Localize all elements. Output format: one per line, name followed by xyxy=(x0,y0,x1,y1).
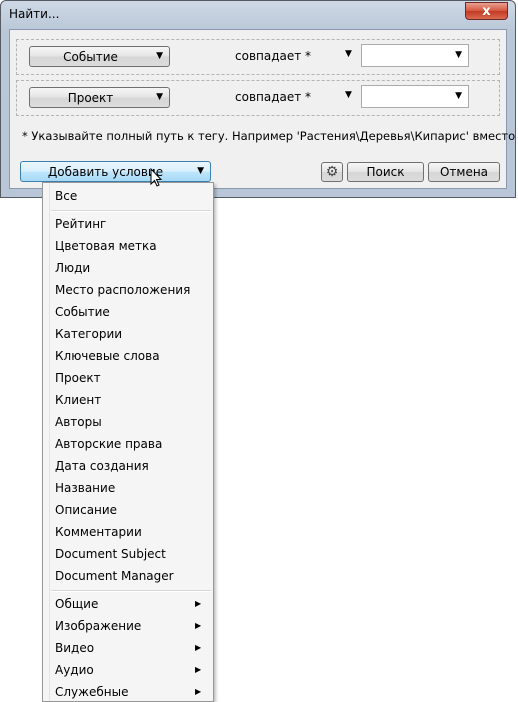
condition-field-label: Событие xyxy=(63,49,118,64)
menu-item[interactable]: Дата создания xyxy=(55,456,149,476)
add-condition-label: Добавить условие xyxy=(47,164,164,179)
search-button-label: Поиск xyxy=(366,165,405,179)
mouse-cursor-icon xyxy=(150,168,163,187)
menu-item-all[interactable]: Все xyxy=(55,186,77,206)
add-condition-button[interactable]: Добавить условие ▼ xyxy=(20,161,211,182)
menu-separator xyxy=(51,210,211,212)
settings-button[interactable]: ⚙ xyxy=(321,162,343,182)
condition-operator-label[interactable]: совпадает * xyxy=(235,49,311,63)
hint-text: * Указывайте полный путь к тегу. Наприме… xyxy=(22,129,516,143)
submenu-item[interactable]: Аудио xyxy=(55,660,94,680)
submenu-item[interactable]: Видео xyxy=(55,638,94,658)
gear-icon: ⚙ xyxy=(325,164,339,180)
chevron-right-icon: ▶ xyxy=(195,687,202,696)
search-button[interactable]: Поиск xyxy=(347,162,424,182)
cancel-button[interactable]: Отмена xyxy=(428,162,500,182)
menu-item[interactable]: Авторы xyxy=(55,412,102,432)
dialog-body: Событие ▼ совпадает * ▼ ▼ Проект ▼ совпа… xyxy=(9,29,515,189)
chevron-down-icon[interactable]: ▼ xyxy=(345,49,352,59)
menu-item[interactable]: Люди xyxy=(55,258,90,278)
menu-item[interactable]: Document Subject xyxy=(55,544,166,564)
menu-item[interactable]: Название xyxy=(55,478,115,498)
submenu-item[interactable]: Общие xyxy=(55,594,98,614)
chevron-down-icon: ▼ xyxy=(197,166,204,176)
menu-item[interactable]: Клиент xyxy=(55,390,101,410)
chevron-down-icon: ▼ xyxy=(455,91,462,101)
close-button[interactable]: x xyxy=(465,2,508,20)
menu-item[interactable]: Место расположения xyxy=(55,280,190,300)
chevron-down-icon[interactable]: ▼ xyxy=(345,90,352,100)
condition-value-combo[interactable]: ▼ xyxy=(361,44,469,67)
add-condition-menu: Все Рейтинг Цветовая метка Люди Место ра… xyxy=(42,182,214,702)
chevron-right-icon: ▶ xyxy=(195,599,202,608)
title-bar[interactable]: Найти... x xyxy=(1,1,515,29)
menu-item[interactable]: Document Manager xyxy=(55,566,174,586)
menu-item[interactable]: Цветовая метка xyxy=(55,236,157,256)
cancel-button-label: Отмена xyxy=(439,165,489,179)
menu-item[interactable]: Ключевые слова xyxy=(55,346,160,366)
condition-row: Проект ▼ совпадает * ▼ ▼ xyxy=(16,80,500,116)
menu-item[interactable]: Событие xyxy=(55,302,110,322)
chevron-down-icon: ▼ xyxy=(156,92,163,102)
window-title: Найти... xyxy=(9,7,60,21)
condition-row: Событие ▼ совпадает * ▼ ▼ xyxy=(16,39,500,75)
condition-field-label: Проект xyxy=(67,90,114,105)
menu-item[interactable]: Комментарии xyxy=(55,522,142,542)
menu-item[interactable]: Категории xyxy=(55,324,122,344)
find-dialog: Найти... x Событие ▼ совпадает * ▼ ▼ Про… xyxy=(0,0,516,198)
chevron-down-icon: ▼ xyxy=(156,51,163,61)
chevron-right-icon: ▶ xyxy=(195,643,202,652)
close-icon: x xyxy=(482,3,491,19)
chevron-right-icon: ▶ xyxy=(195,621,202,630)
submenu-item[interactable]: Изображение xyxy=(55,616,141,636)
condition-field-dropdown[interactable]: Проект ▼ xyxy=(29,87,170,108)
submenu-item[interactable]: Служебные xyxy=(55,682,128,702)
menu-item[interactable]: Авторские права xyxy=(55,434,162,454)
chevron-right-icon: ▶ xyxy=(195,665,202,674)
menu-item[interactable]: Проект xyxy=(55,368,101,388)
chevron-down-icon: ▼ xyxy=(455,50,462,60)
menu-item[interactable]: Описание xyxy=(55,500,117,520)
condition-field-dropdown[interactable]: Событие ▼ xyxy=(29,46,170,67)
menu-item[interactable]: Рейтинг xyxy=(55,214,106,234)
menu-separator xyxy=(51,590,211,592)
condition-operator-label[interactable]: совпадает * xyxy=(235,90,311,104)
condition-value-combo[interactable]: ▼ xyxy=(361,85,469,108)
